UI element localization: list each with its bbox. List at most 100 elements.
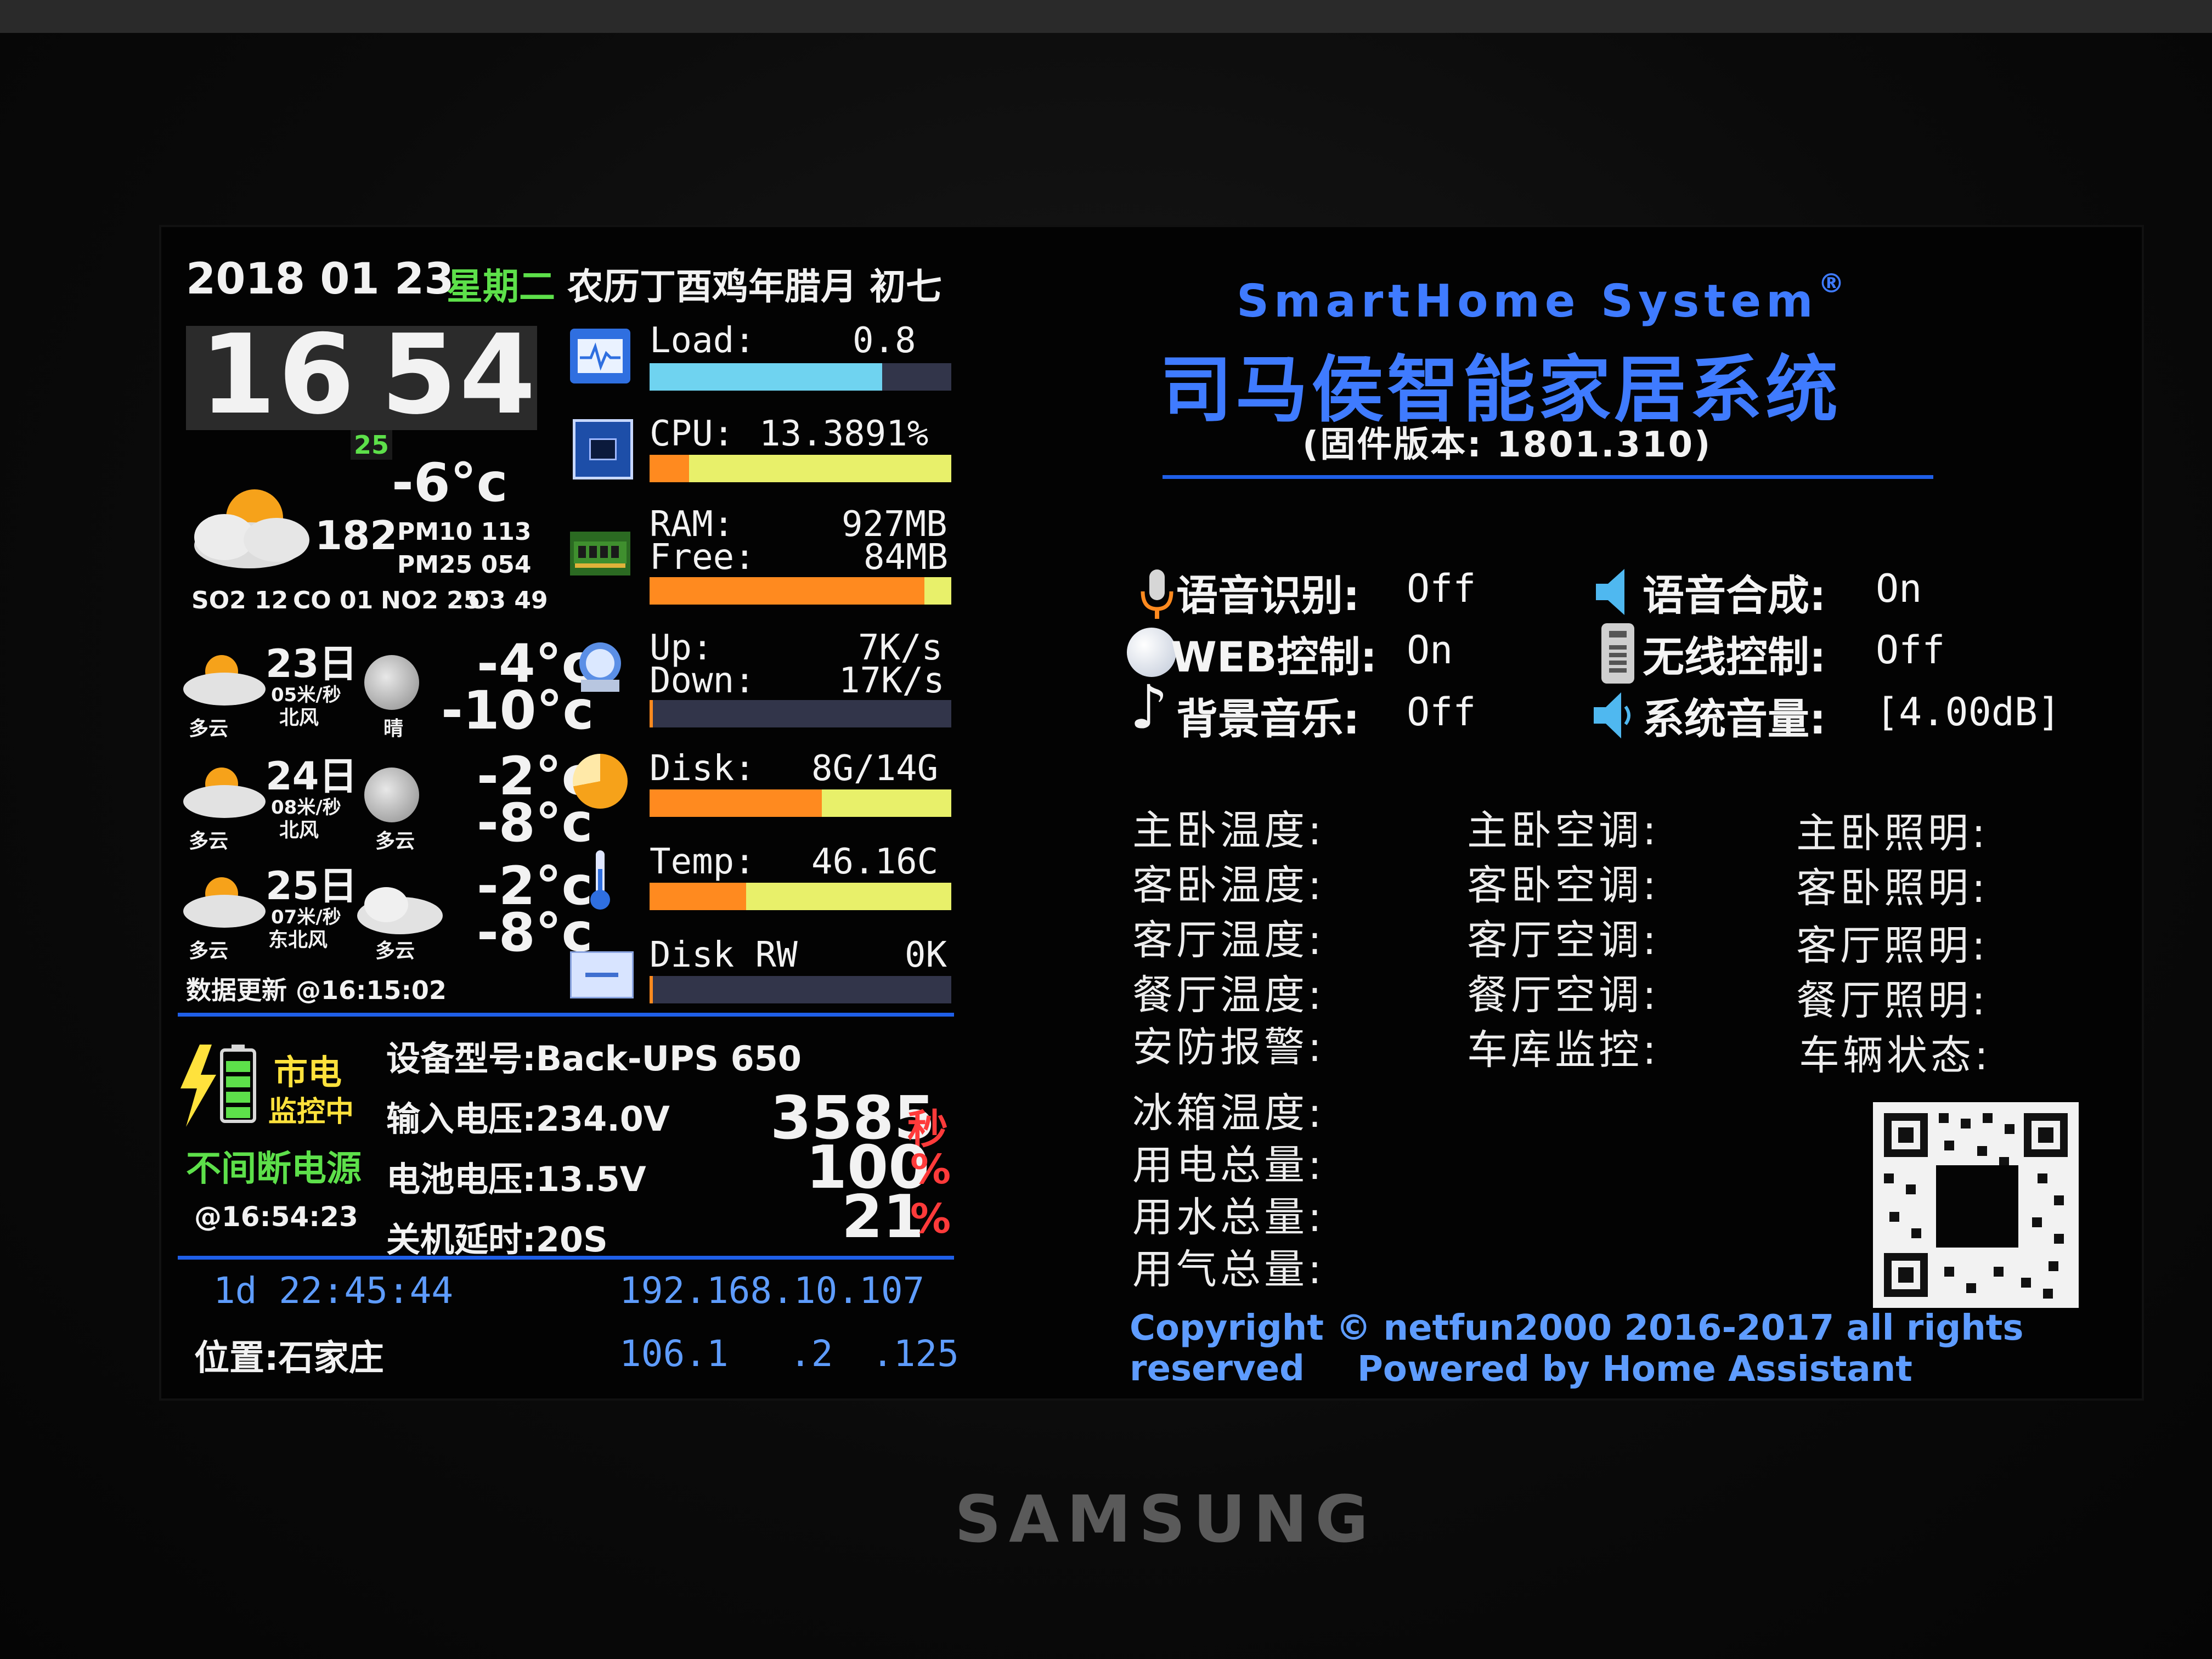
room-label: 客卧温度: [1132, 862, 1325, 909]
cloud-icon [178, 650, 271, 710]
forecast-cond-night: 多云 [375, 940, 415, 962]
forecast-wind-dir: 北风 [279, 707, 319, 729]
load-bar-fill [650, 363, 882, 391]
moon-icon [364, 655, 419, 710]
room-label: 安防报警: [1132, 1024, 1325, 1071]
brand-title-en: SmartHome System [1237, 275, 1818, 328]
co-value: CO 01 [293, 586, 374, 614]
disk-bar-fill [650, 789, 822, 817]
cloud-icon [178, 762, 271, 822]
clock-second: 25 [351, 430, 393, 460]
load-bar [650, 363, 951, 391]
divider-line [178, 1013, 954, 1017]
control-label: 无线控制: [1643, 633, 1826, 681]
clock-minute: 54 [381, 311, 538, 439]
diskrw-value: 0K [905, 935, 947, 975]
room-label: 用电总量: [1132, 1142, 1325, 1189]
ups-monitoring-text: 监控中 [268, 1096, 354, 1128]
forecast-low: -8°c [477, 792, 593, 854]
forecast-row: 25日 07米/秒 东北风 多云 多云 -2°c -8°c [178, 855, 593, 963]
room-label: 车辆状态: [1799, 1032, 1991, 1079]
room-label: 客卧空调: [1467, 862, 1660, 909]
ups-shutdown-delay: 关机延时:20S [386, 1220, 608, 1260]
cloud-icon [353, 877, 447, 938]
microphone-icon [1135, 567, 1179, 622]
cpu-value: 13.3891% [759, 414, 929, 454]
disk-bar [650, 789, 951, 817]
control-label: 语音合成: [1643, 571, 1826, 620]
free-value: 84MB [864, 537, 949, 578]
ups-load-unit: % [910, 1195, 951, 1243]
temp-bar-fill [650, 883, 746, 910]
ups-input-voltage: 输入电压:234.0V [386, 1099, 670, 1139]
control-value: Off [1407, 566, 1476, 611]
forecast-cond-night: 晴 [383, 718, 404, 740]
music-note-icon: ♪ [1130, 672, 1169, 742]
location-text: 位置:石家庄 [194, 1338, 384, 1379]
room-label: 冰箱温度: [1132, 1090, 1325, 1137]
free-label: Free: [650, 537, 755, 578]
room-label: 客卧照明: [1796, 865, 1989, 912]
cpu-bar [650, 455, 951, 482]
ip-address: 192.168.10.107 [619, 1269, 925, 1312]
forecast-wind-dir: 北风 [279, 819, 319, 842]
speaker-icon [1590, 565, 1640, 619]
network-bar-fill [650, 700, 653, 727]
network-bar [650, 700, 951, 727]
diskrw-bar [650, 976, 951, 1003]
ups-update-time: @16:54:23 [194, 1201, 358, 1233]
forecast-row: 24日 08米/秒 北风 多云 多云 -2°c -8°c [178, 746, 593, 854]
ups-model: 设备型号:Back-UPS 650 [386, 1039, 802, 1079]
dashboard-screen: 2018 01 23 星期二 农历丁酉鸡年腊月 初七 16 54 25 -6°c… [159, 225, 2144, 1401]
temp-value: 46.16C [811, 842, 939, 882]
so2-value: SO2 12 [191, 586, 289, 614]
battery-charging-icon [178, 1045, 271, 1127]
date-text: 2018 01 23 [186, 255, 454, 304]
forecast-cond-day: 多云 [189, 940, 229, 962]
pie-chart-icon [573, 754, 628, 809]
cpu-chip-icon [573, 419, 633, 479]
pm25-value: PM25 054 [397, 551, 532, 579]
control-value: On [1407, 628, 1453, 673]
room-label: 餐厅空调: [1467, 972, 1660, 1019]
room-label: 餐厅温度: [1132, 972, 1325, 1019]
room-label: 主卧温度: [1132, 807, 1325, 854]
forecast-wind-dir: 东北风 [268, 929, 328, 951]
ram-bar-fill [650, 577, 924, 605]
room-label: 主卧照明: [1796, 810, 1989, 857]
diskrw-bar-fill [650, 976, 653, 1003]
ram-bar [650, 577, 951, 605]
disk-label: Disk: [650, 748, 755, 789]
room-label: 主卧空调: [1467, 807, 1660, 854]
room-label: 车库监控: [1467, 1026, 1660, 1074]
registered-mark: ® [1818, 268, 1844, 299]
clock-hour: 16 [200, 311, 357, 439]
network-icon [570, 636, 630, 696]
control-value: Off [1876, 628, 1945, 673]
room-label: 客厅温度: [1132, 917, 1325, 964]
weather-cloud-sun-icon [183, 485, 326, 578]
wall-background [0, 0, 2212, 33]
data-update-time: 数据更新 @16:15:02 [186, 975, 447, 1005]
device-brand-logo: SAMSUNG [955, 1481, 1376, 1557]
ram-module-icon [570, 532, 630, 575]
qr-code[interactable] [1873, 1102, 2079, 1308]
remote-icon [1601, 623, 1634, 684]
ip-part-3: .125 [872, 1333, 959, 1375]
current-temp: -6°c [392, 452, 508, 514]
forecast-cond-day: 多云 [189, 718, 229, 740]
diskrw-label: Disk RW [650, 935, 798, 975]
ups-battery-voltage: 电池电压:13.5V [386, 1159, 646, 1199]
forecast-cond-night: 多云 [375, 830, 415, 853]
temp-bar [650, 883, 951, 910]
divider-line [1163, 475, 1933, 479]
o3-value: O3 49 [469, 586, 548, 614]
forecast-row: 23日 05米/秒 北风 多云 晴 -4°c -10°c [178, 633, 594, 741]
control-label: 系统音量: [1643, 695, 1826, 743]
ip-part-2: .2 [789, 1333, 833, 1375]
ip-part-1: 106.1 [619, 1333, 729, 1375]
activity-monitor-icon [570, 329, 630, 383]
cpu-bar-fill [650, 455, 689, 482]
control-value: On [1876, 566, 1922, 611]
room-label: 用气总量: [1132, 1246, 1325, 1293]
